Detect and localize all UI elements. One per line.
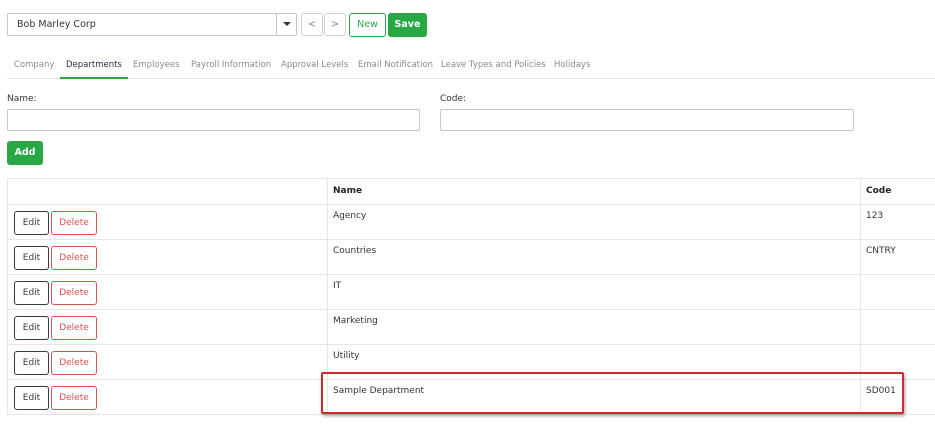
row-actions: Edit Delete <box>7 344 328 380</box>
new-button[interactable]: New <box>349 13 386 37</box>
delete-button[interactable]: Delete <box>51 211 97 235</box>
row-actions: Edit Delete <box>7 274 328 310</box>
department-code-cell: 123 <box>860 204 935 240</box>
name-label: Name: <box>7 94 37 104</box>
table-row: Edit Delete Utility <box>7 344 935 380</box>
add-button[interactable]: Add <box>7 141 43 165</box>
code-field[interactable] <box>440 109 854 131</box>
department-code-cell <box>860 344 935 380</box>
tab-holidays[interactable]: Holidays <box>554 52 590 78</box>
delete-button[interactable]: Delete <box>51 246 97 270</box>
company-select-toggle[interactable] <box>276 14 296 35</box>
company-select[interactable]: Bob Marley Corp <box>7 13 297 36</box>
row-actions: Edit Delete <box>7 204 328 240</box>
chevron-down-icon <box>283 22 291 26</box>
department-name-cell: Countries <box>327 239 861 275</box>
name-column-header: Name <box>327 178 861 205</box>
tab-departments[interactable]: Departments <box>60 52 128 79</box>
delete-button[interactable]: Delete <box>51 386 97 410</box>
table-row: Edit Delete Agency 123 <box>7 204 935 240</box>
department-name-cell: Agency <box>327 204 861 240</box>
department-name-cell: IT <box>327 274 861 310</box>
edit-button[interactable]: Edit <box>14 246 49 270</box>
edit-button[interactable]: Edit <box>14 281 49 305</box>
tab-company[interactable]: Company <box>14 52 54 78</box>
company-select-value: Bob Marley Corp <box>17 19 96 30</box>
tab-employees[interactable]: Employees <box>133 52 180 78</box>
edit-button[interactable]: Edit <box>14 386 49 410</box>
department-name-cell: Sample Department <box>327 379 861 415</box>
tab-approval-levels[interactable]: Approval Levels <box>281 52 348 78</box>
table-row: Edit Delete IT <box>7 274 935 310</box>
delete-button[interactable]: Delete <box>51 351 97 375</box>
edit-button[interactable]: Edit <box>14 316 49 340</box>
tab-email-notification[interactable]: Email Notification <box>358 52 433 78</box>
row-actions: Edit Delete <box>7 309 328 345</box>
prev-record-button[interactable]: < <box>301 13 323 36</box>
table-row: Edit Delete Countries CNTRY <box>7 239 935 275</box>
department-code-cell <box>860 309 935 345</box>
department-code-cell: SD001 <box>860 379 935 415</box>
departments-table: Name Code Edit Delete Agency 123 Edit Dele… <box>7 178 935 415</box>
code-column-header: Code <box>860 178 935 205</box>
department-code-cell: CNTRY <box>860 239 935 275</box>
row-actions: Edit Delete <box>7 379 328 415</box>
table-header-row: Name Code <box>7 178 935 205</box>
edit-button[interactable]: Edit <box>14 211 49 235</box>
code-label: Code: <box>440 94 467 104</box>
table-row: Edit Delete Sample Department SD001 <box>7 379 935 415</box>
settings-tabs: Company Departments Employees Payroll In… <box>7 52 935 79</box>
table-row: Edit Delete Marketing <box>7 309 935 345</box>
row-actions: Edit Delete <box>7 239 328 275</box>
department-code-cell <box>860 274 935 310</box>
tab-payroll-information[interactable]: Payroll Information <box>191 52 271 78</box>
department-name-cell: Utility <box>327 344 861 380</box>
delete-button[interactable]: Delete <box>51 281 97 305</box>
next-record-button[interactable]: > <box>324 13 346 36</box>
delete-button[interactable]: Delete <box>51 316 97 340</box>
tab-leave-types-and-policies[interactable]: Leave Types and Policies <box>441 52 546 78</box>
name-field[interactable] <box>7 109 420 131</box>
actions-column-header <box>7 178 328 205</box>
save-button[interactable]: Save <box>388 13 427 37</box>
edit-button[interactable]: Edit <box>14 351 49 375</box>
department-name-cell: Marketing <box>327 309 861 345</box>
